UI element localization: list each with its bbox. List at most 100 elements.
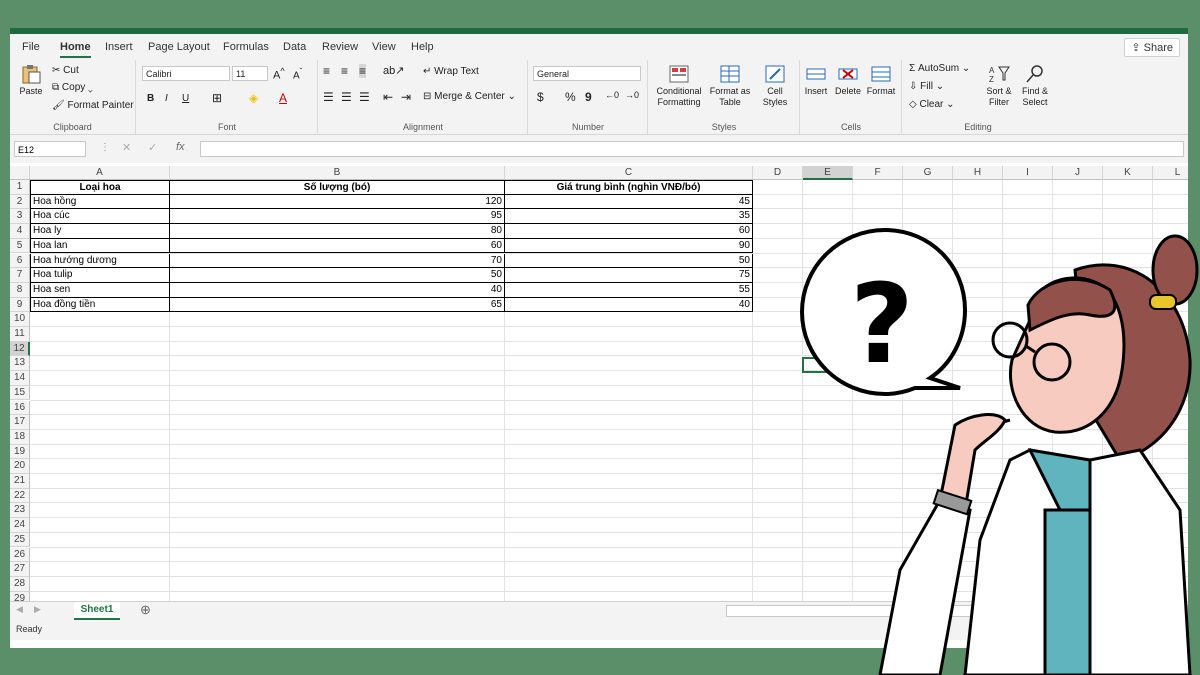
italic-button[interactable]: I bbox=[165, 93, 168, 104]
font-color-icon[interactable]: A bbox=[279, 91, 287, 105]
table-cell[interactable]: Hoa tulip bbox=[30, 268, 170, 283]
bottom-align-icon[interactable]: ≡ bbox=[359, 64, 367, 78]
row-header-6[interactable]: 6 bbox=[10, 253, 30, 269]
row-header-17[interactable]: 17 bbox=[10, 415, 30, 430]
tab-view[interactable]: View bbox=[372, 41, 396, 53]
delete-cells-button[interactable]: Delete bbox=[833, 64, 863, 97]
table-cell[interactable]: 40 bbox=[505, 297, 753, 313]
table-cell[interactable]: 50 bbox=[170, 268, 505, 283]
table-cell[interactable]: 60 bbox=[170, 238, 505, 254]
table-header-cell[interactable]: Giá trung bình (nghìn VNĐ/bó) bbox=[505, 180, 753, 195]
row-header-24[interactable]: 24 bbox=[10, 518, 30, 533]
table-cell[interactable]: 90 bbox=[505, 238, 753, 254]
increase-font-icon[interactable]: A^ bbox=[273, 66, 285, 82]
table-cell[interactable]: Hoa ly bbox=[30, 224, 170, 239]
row-header-13[interactable]: 13 bbox=[10, 356, 30, 372]
tab-review[interactable]: Review bbox=[322, 41, 358, 53]
column-header-f[interactable]: F bbox=[853, 166, 903, 180]
row-header-18[interactable]: 18 bbox=[10, 429, 30, 445]
orientation-icon[interactable]: ab↗ bbox=[383, 64, 404, 77]
tab-help[interactable]: Help bbox=[411, 41, 434, 53]
align-left-icon[interactable]: ☰ bbox=[323, 90, 334, 104]
prev-sheet-icon[interactable]: ◀ bbox=[16, 604, 23, 615]
decrease-decimal-icon[interactable]: →0 bbox=[625, 90, 639, 100]
select-all-corner[interactable] bbox=[10, 166, 30, 180]
share-button[interactable]: ⇪ Share bbox=[1124, 38, 1180, 57]
increase-indent-icon[interactable]: ⇥ bbox=[401, 90, 411, 104]
table-cell[interactable]: 45 bbox=[505, 194, 753, 210]
increase-decimal-icon[interactable]: ←0 bbox=[605, 90, 619, 100]
paste-button[interactable]: Paste bbox=[18, 64, 44, 97]
column-header-e[interactable]: E bbox=[803, 166, 853, 180]
decrease-font-icon[interactable]: Aˇ bbox=[293, 66, 302, 81]
sort-filter-button[interactable]: AZ Sort & Filter bbox=[981, 64, 1017, 108]
row-header-8[interactable]: 8 bbox=[10, 282, 30, 298]
row-header-29[interactable]: 29 bbox=[10, 591, 30, 601]
cut-button[interactable]: ✂ Cut bbox=[52, 65, 79, 76]
row-header-3[interactable]: 3 bbox=[10, 209, 30, 225]
find-select-button[interactable]: Find & Select bbox=[1017, 64, 1053, 108]
row-header-20[interactable]: 20 bbox=[10, 459, 30, 474]
column-header-c[interactable]: C bbox=[505, 166, 753, 180]
table-cell[interactable]: Hoa sen bbox=[30, 282, 170, 298]
row-header-22[interactable]: 22 bbox=[10, 488, 30, 504]
table-header-cell[interactable]: Loại hoa bbox=[30, 180, 170, 195]
table-cell[interactable]: 55 bbox=[505, 282, 753, 298]
table-cell[interactable]: 60 bbox=[505, 224, 753, 239]
add-sheet-icon[interactable]: ⊕ bbox=[140, 602, 151, 618]
column-header-i[interactable]: I bbox=[1003, 166, 1053, 180]
table-cell[interactable]: 75 bbox=[505, 268, 753, 283]
conditional-formatting-button[interactable]: Conditional Formatting bbox=[651, 64, 707, 108]
tab-file[interactable]: File bbox=[22, 41, 40, 53]
row-header-2[interactable]: 2 bbox=[10, 194, 30, 210]
row-header-11[interactable]: 11 bbox=[10, 327, 30, 342]
column-header-g[interactable]: G bbox=[903, 166, 953, 180]
row-header-16[interactable]: 16 bbox=[10, 400, 30, 416]
table-cell[interactable]: 70 bbox=[170, 253, 505, 269]
fill-button[interactable]: ⇩ Fill ⌄ bbox=[909, 81, 944, 92]
comma-button[interactable]: 9 bbox=[585, 90, 592, 104]
borders-icon[interactable]: ⊞ bbox=[212, 91, 222, 105]
top-align-icon[interactable]: ≡ bbox=[323, 64, 330, 78]
row-header-15[interactable]: 15 bbox=[10, 385, 30, 401]
row-header-28[interactable]: 28 bbox=[10, 576, 30, 592]
row-header-21[interactable]: 21 bbox=[10, 474, 30, 489]
row-header-19[interactable]: 19 bbox=[10, 444, 30, 460]
row-header-1[interactable]: 1 bbox=[10, 180, 30, 195]
table-cell[interactable]: 65 bbox=[170, 297, 505, 313]
middle-align-icon[interactable]: ≡ bbox=[341, 64, 348, 78]
tab-page-layout[interactable]: Page Layout bbox=[148, 41, 210, 53]
copy-button[interactable]: ⧉ Copy ⌄ bbox=[52, 82, 93, 93]
bold-button[interactable]: B bbox=[147, 93, 154, 104]
font-size-select[interactable]: 11 bbox=[232, 66, 268, 81]
clear-button[interactable]: ◇ Clear ⌄ bbox=[909, 99, 955, 110]
tab-insert[interactable]: Insert bbox=[105, 41, 133, 53]
decrease-indent-icon[interactable]: ⇤ bbox=[383, 90, 393, 104]
row-header-5[interactable]: 5 bbox=[10, 238, 30, 254]
enter-icon[interactable]: ✓ bbox=[148, 141, 157, 154]
table-cell[interactable]: 120 bbox=[170, 194, 505, 210]
format-cells-button[interactable]: Format bbox=[865, 64, 897, 97]
column-header-a[interactable]: A bbox=[30, 166, 170, 180]
cancel-icon[interactable]: ✕ bbox=[122, 141, 131, 154]
underline-button[interactable]: U bbox=[182, 93, 189, 104]
wrap-text-button[interactable]: ↵ Wrap Text bbox=[423, 66, 479, 77]
table-cell[interactable]: 80 bbox=[170, 224, 505, 239]
format-painter-button[interactable]: 🖌 Format Painter bbox=[52, 100, 134, 111]
table-cell[interactable]: 95 bbox=[170, 209, 505, 225]
column-header-j[interactable]: J bbox=[1053, 166, 1103, 180]
align-right-icon[interactable]: ☰ bbox=[359, 90, 370, 104]
table-header-cell[interactable]: Số lượng (bó) bbox=[170, 180, 505, 195]
table-cell[interactable]: Hoa lan bbox=[30, 238, 170, 254]
autosum-button[interactable]: Σ AutoSum ⌄ bbox=[909, 63, 970, 74]
fill-color-icon[interactable]: ◈ bbox=[249, 91, 258, 105]
tab-home[interactable]: Home bbox=[60, 41, 91, 58]
table-cell[interactable]: Hoa đồng tiền bbox=[30, 297, 170, 313]
sheet-tab-sheet1[interactable]: Sheet1 bbox=[74, 602, 120, 620]
align-center-icon[interactable]: ☰ bbox=[341, 90, 352, 104]
table-cell[interactable]: 50 bbox=[505, 253, 753, 269]
table-cell[interactable]: Hoa hướng dương bbox=[30, 253, 170, 269]
tab-formulas[interactable]: Formulas bbox=[223, 41, 269, 53]
formula-input[interactable] bbox=[200, 141, 1184, 157]
insert-cells-button[interactable]: Insert bbox=[801, 64, 831, 97]
